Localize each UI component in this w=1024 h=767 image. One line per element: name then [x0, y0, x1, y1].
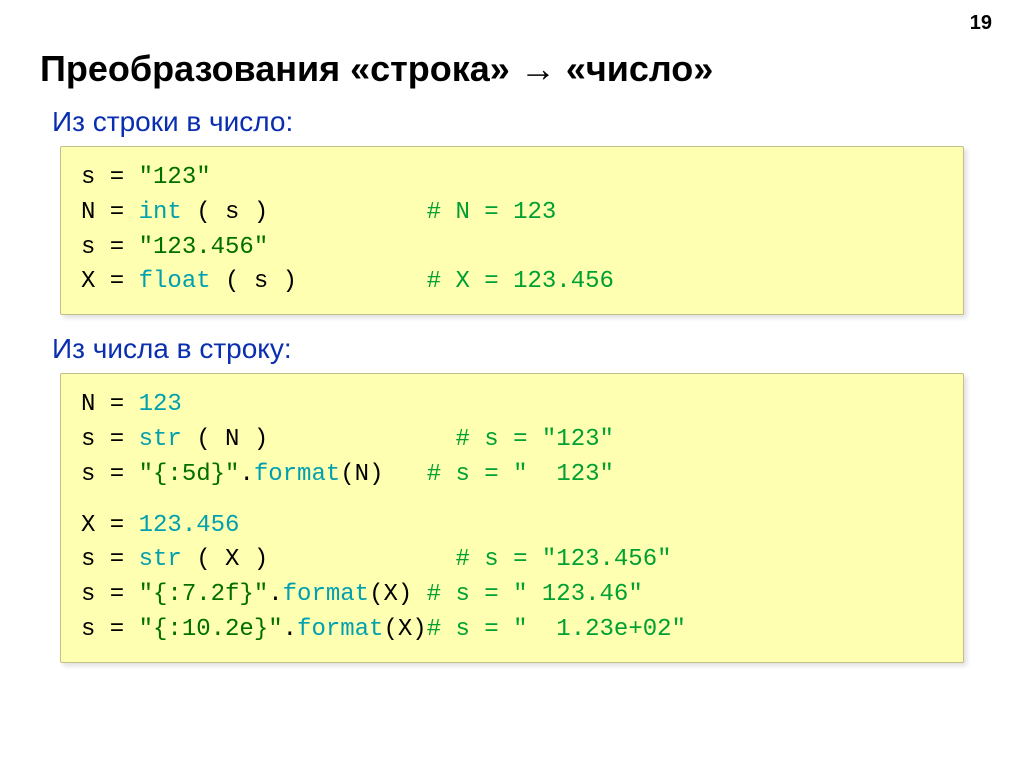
code-keyword: float [139, 268, 211, 295]
code-text: . [239, 461, 253, 488]
code-comment: # s = "123" [268, 426, 614, 453]
code-text: ( N ) [182, 426, 268, 453]
code-comment: # s = " 1.23e+02" [427, 616, 686, 643]
code-text: ( s ) [182, 199, 268, 226]
subheading-str-to-num: Из строки в число: [52, 106, 984, 138]
code-comment: # N = 123 [268, 199, 556, 226]
code-text: s = [81, 234, 139, 261]
code-text: s = [81, 616, 139, 643]
code-comment: # X = 123.456 [297, 268, 614, 295]
code-block-2: N = 123 s = str ( N ) # s = "123" s = "{… [60, 373, 964, 663]
code-string: "123" [139, 164, 211, 191]
subheading-num-to-str: Из числа в строку: [52, 333, 984, 365]
code-text: s = [81, 426, 139, 453]
code-string: "{:5d}" [139, 461, 240, 488]
page-title: Преобразования «строка» → «число» [40, 48, 984, 90]
code-comment: # s = "123.456" [268, 546, 671, 573]
code-keyword: str [139, 426, 182, 453]
code-text: ( X ) [182, 546, 268, 573]
code-text: . [268, 581, 282, 608]
code-spacer [81, 493, 943, 509]
code-text: . [283, 616, 297, 643]
code-string: "{:10.2e}" [139, 616, 283, 643]
code-text: (X) [369, 581, 412, 608]
code-block-1: s = "123" N = int ( s ) # N = 123 s = "1… [60, 146, 964, 315]
code-text: ( s ) [211, 268, 297, 295]
code-text: s = [81, 581, 139, 608]
code-text: N = [81, 199, 139, 226]
code-comment: # s = " 123" [383, 461, 613, 488]
code-text: (X) [383, 616, 426, 643]
code-comment: # s = " 123.46" [412, 581, 642, 608]
code-text: (N) [340, 461, 383, 488]
code-keyword: str [139, 546, 182, 573]
code-string: "{:7.2f}" [139, 581, 269, 608]
code-keyword: int [139, 199, 182, 226]
code-keyword: format [297, 616, 383, 643]
code-text: N = [81, 391, 139, 418]
code-text: s = [81, 164, 139, 191]
code-text: s = [81, 461, 139, 488]
code-text: X = [81, 268, 139, 295]
code-text: s = [81, 546, 139, 573]
code-keyword: format [283, 581, 369, 608]
code-text: X = [81, 512, 139, 539]
code-string: "123.456" [139, 234, 269, 261]
code-number: 123 [139, 391, 182, 418]
page-number: 19 [970, 12, 992, 35]
code-number: 123.456 [139, 512, 240, 539]
code-keyword: format [254, 461, 340, 488]
